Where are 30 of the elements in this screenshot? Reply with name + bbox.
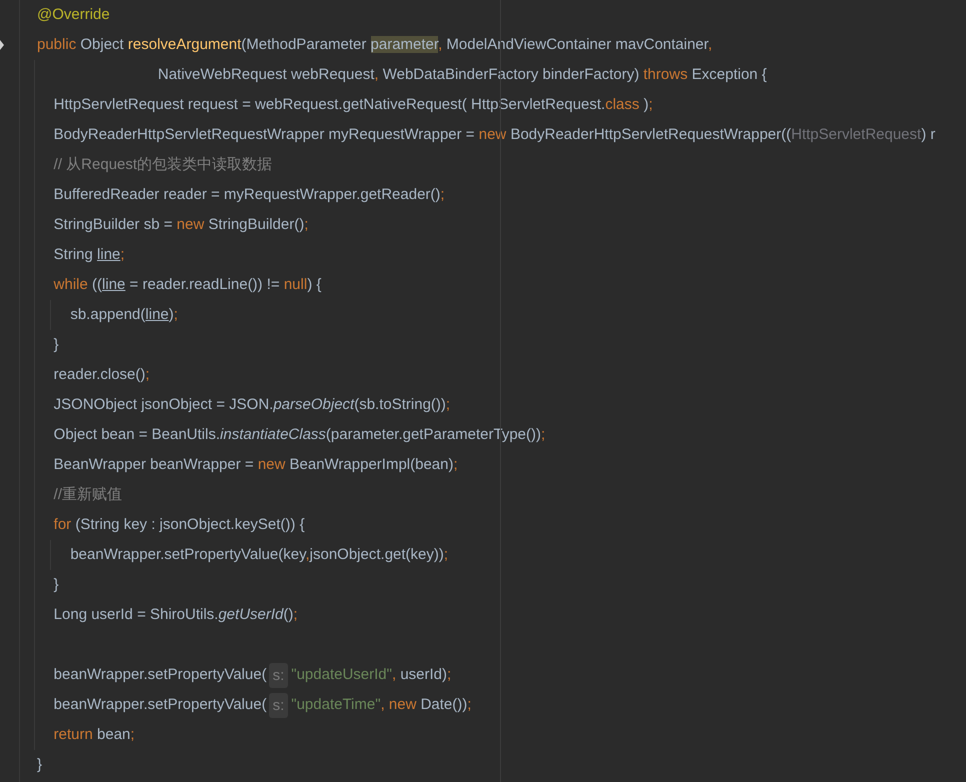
code-text: BufferedReader reader = myRequestWrapper.getReader(); — [52, 185, 445, 205]
code-text: reader.close(); — [52, 365, 150, 385]
code-text: Long userId = ShiroUtils.getUserId(); — [52, 605, 298, 625]
parameter-hint: s: — [268, 692, 288, 718]
code-text: BodyReaderHttpServletRequestWrapper myRequestWrapper = new BodyReaderHttpServletRequestWrapper((HttpServletRequest) r — [52, 125, 936, 145]
code-text: NativeWebRequest webRequest, WebDataBinderFactory binderFactory) throws Exception { — [156, 65, 767, 85]
code-text: beanWrapper.setPropertyValue( — [52, 695, 267, 715]
code-text: } — [52, 335, 59, 355]
code-text: public Object resolveArgument(MethodParameter parameter, ModelAndViewContainer mavContainer, — [37, 35, 712, 55]
code-text: beanWrapper.setPropertyValue( — [52, 665, 267, 685]
code-text: while ((line = reader.readLine()) != null) { — [52, 275, 322, 295]
code-text: @Override — [37, 5, 110, 25]
code-text: return bean; — [52, 725, 135, 745]
code-text: // 从Request的包装类中读取数据 — [52, 155, 272, 175]
code-text: HttpServletRequest request = webRequest.getNativeRequest( HttpServletRequest.class ); — [52, 95, 653, 115]
parameter-hint: s: — [268, 662, 288, 688]
gutter-marker-icon[interactable] — [0, 40, 4, 50]
code-text: for (String key : jsonObject.keySet()) { — [52, 515, 305, 535]
code-text: //重新赋值 — [52, 485, 122, 505]
code-text: beanWrapper.setPropertyValue(key,jsonObject.get(key)); — [69, 545, 448, 565]
code-text: BeanWrapper beanWrapper = new BeanWrapperImpl(bean); — [52, 455, 458, 475]
code-text: JSONObject jsonObject = JSON.parseObject(sb.toString()); — [52, 395, 450, 415]
code-text: "updateUserId", userId); — [291, 665, 452, 685]
code-text: sb.append(line); — [69, 305, 178, 325]
code-text: String line; — [52, 245, 125, 265]
code-text: } — [52, 575, 59, 595]
code-text: Object bean = BeanUtils.instantiateClass(parameter.getParameterType()); — [52, 425, 546, 445]
code-text: StringBuilder sb = new StringBuilder(); — [52, 215, 308, 235]
code-text: "updateTime", new Date()); — [291, 695, 472, 715]
code-text: } — [37, 755, 42, 775]
